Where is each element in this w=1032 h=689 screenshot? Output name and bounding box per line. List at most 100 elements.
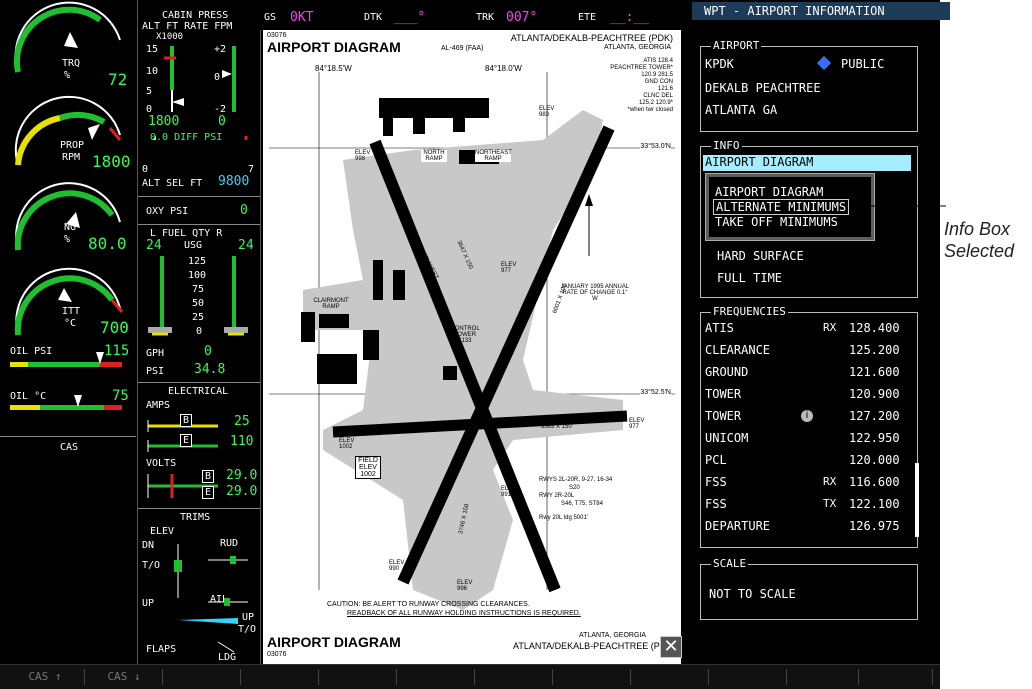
- itt-unit: °C: [64, 318, 77, 329]
- waypoint-info-panel: WPT - AIRPORT INFORMATION AIRPORT KPDK P…: [692, 0, 950, 664]
- airport-section-title: AIRPORT: [711, 39, 762, 52]
- softkey-9[interactable]: [632, 669, 709, 685]
- fuel-bars: [148, 256, 248, 336]
- airport-diagram-chart[interactable]: 03076 AIRPORT DIAGRAM AL-469 (FAA) ATLAN…: [263, 30, 681, 664]
- menu-item-airport-diagram[interactable]: AIRPORT DIAGRAM: [715, 185, 823, 199]
- chart-footer-name: ATLANTA/DEKALB-PEACHTREE (PDK): [513, 641, 676, 651]
- info-selection[interactable]: AIRPORT DIAGRAM: [703, 155, 911, 171]
- cabin-rate-value: 0: [218, 114, 226, 129]
- freq-value[interactable]: 127.200: [849, 409, 900, 423]
- chart-footer-title: AIRPORT DIAGRAM: [267, 634, 401, 650]
- chart-elev983: ELEV 983: [539, 106, 555, 118]
- softkey-1[interactable]: CAS ↑: [6, 669, 85, 685]
- trim-indicators: [174, 544, 248, 653]
- chart-clairmont: CLAIRMONT RAMP: [313, 298, 349, 310]
- frequencies-title: FREQUENCIES: [711, 305, 788, 318]
- chart-close-button[interactable]: ✕: [660, 636, 682, 658]
- diff0: 0: [142, 164, 149, 175]
- gs-label: GS: [264, 12, 277, 23]
- menu-item-takeoff-minimums[interactable]: TAKE OFF MINIMUMS: [715, 215, 838, 229]
- chart-elev996: ELEV 996: [457, 580, 473, 592]
- itt-label: ITT: [62, 306, 81, 317]
- volts-e-tag: E: [202, 486, 215, 499]
- tower-hours: FULL TIME: [717, 271, 783, 285]
- softkey-6[interactable]: [398, 669, 475, 685]
- chart-elev977a: ELEV 977: [501, 262, 517, 274]
- chart-elev998: ELEV 998: [355, 150, 371, 162]
- chart-rwys: RWYS 2L-20R, 9-27, 16-34 S20 RWY 2R-20L …: [539, 477, 613, 521]
- nav-status-bar: GS 0KT DTK ___° TRK 007° ETE __:__: [260, 0, 692, 30]
- freq-tag: RX: [823, 475, 837, 488]
- freq-value[interactable]: 128.400: [849, 321, 900, 335]
- dtk-label: DTK: [364, 12, 383, 23]
- trims-title: TRIMS: [180, 512, 211, 523]
- freq-value[interactable]: 126.975: [849, 519, 900, 533]
- gph-label: GPH: [146, 348, 165, 359]
- freq-scrollbar[interactable]: [915, 463, 919, 537]
- freq-value[interactable]: 125.200: [849, 343, 900, 357]
- volts-b-tag: B: [202, 470, 215, 483]
- dtk-value: ___°: [394, 10, 426, 25]
- chart-caution-2: READBACK OF ALL RUNWAY HOLDING INSTRUCTI…: [347, 610, 581, 617]
- freq-value[interactable]: 120.000: [849, 453, 900, 467]
- freq-value[interactable]: 122.100: [849, 497, 900, 511]
- trk-label: TRK: [476, 12, 495, 23]
- airport-ident[interactable]: KPDK: [705, 57, 734, 71]
- scale-value: NOT TO SCALE: [709, 587, 796, 601]
- info-dropdown-menu[interactable]: AIRPORT DIAGRAM ALTERNATE MINIMUMS TAKE …: [706, 174, 874, 240]
- public-airport-icon: [816, 55, 832, 71]
- cabin-title: CABIN PRESS: [162, 10, 229, 21]
- softkey-3[interactable]: [164, 669, 241, 685]
- prop-unit: RPM: [62, 152, 81, 163]
- volts-b-value: 29.0: [226, 468, 258, 483]
- airport-name: DEKALB PEACHTREE: [705, 81, 821, 95]
- softkey-bar: CAS ↑ CAS ↓: [0, 664, 940, 689]
- softkey-8[interactable]: [554, 669, 631, 685]
- scale-section: SCALE NOT TO SCALE: [700, 557, 918, 620]
- psi-value: 34.8: [194, 362, 226, 377]
- airport-usage: PUBLIC: [841, 57, 885, 71]
- cas-label: CAS: [60, 442, 79, 453]
- amps-b-value: 25: [234, 414, 250, 429]
- chart-north-ramp: NORTH RAMP: [421, 150, 447, 162]
- amps-e-value: 110: [230, 434, 254, 449]
- scale-title: SCALE: [711, 557, 749, 570]
- cabin-subtitle: ALT FT RATE FPM: [142, 21, 233, 32]
- softkey-10[interactable]: [710, 669, 787, 685]
- freq-name: TOWER: [705, 387, 742, 401]
- freq-name: ATIS: [705, 321, 734, 335]
- freq-value[interactable]: 120.900: [849, 387, 900, 401]
- alt-sel-value: 9800: [218, 174, 250, 189]
- ng-value: 80.0: [88, 234, 127, 253]
- chart-rwy-b: 3383 X 150: [541, 424, 572, 430]
- freq-name: PCL: [705, 453, 727, 467]
- softkey-2[interactable]: CAS ↓: [86, 669, 163, 685]
- chart-lat1: 33°53.0'N: [640, 143, 671, 150]
- oil-temp-label: OIL °C: [10, 391, 47, 402]
- wpt-header: WPT - AIRPORT INFORMATION: [692, 2, 950, 20]
- freq-value[interactable]: 121.600: [849, 365, 900, 379]
- airport-city: ATLANTA GA: [705, 103, 778, 117]
- diff-psi-label: 0.0 DIFF PSI: [150, 132, 223, 143]
- softkey-4[interactable]: [242, 669, 319, 685]
- softkey-7[interactable]: [476, 669, 553, 685]
- chart-field-elev: FIELD ELEV 1002: [355, 456, 381, 479]
- runway-surface: HARD SURFACE: [717, 249, 804, 263]
- softkey-5[interactable]: [320, 669, 397, 685]
- freq-info-icon: i: [801, 410, 813, 422]
- chart-ne-ramp: NORTHEAST RAMP: [475, 150, 512, 162]
- gs-value: 0KT: [290, 10, 314, 25]
- info-section-title: INFO: [711, 139, 742, 152]
- menu-item-alternate-minimums[interactable]: ALTERNATE MINIMUMS: [713, 199, 850, 215]
- softkey-12[interactable]: [860, 669, 933, 685]
- chart-elev977b: ELEV 977: [629, 418, 645, 430]
- freq-value[interactable]: 122.950: [849, 431, 900, 445]
- freq-name: TOWER: [705, 409, 742, 423]
- freq-value[interactable]: 116.600: [849, 475, 900, 489]
- softkey-11[interactable]: [788, 669, 859, 685]
- freq-name: GROUND: [705, 365, 749, 379]
- trq-unit: %: [64, 70, 71, 81]
- psi-label: PSI: [146, 366, 165, 377]
- chart-footer-city: ATLANTA, GEORGIA: [579, 632, 647, 639]
- oil-psi-value: 115: [104, 343, 130, 359]
